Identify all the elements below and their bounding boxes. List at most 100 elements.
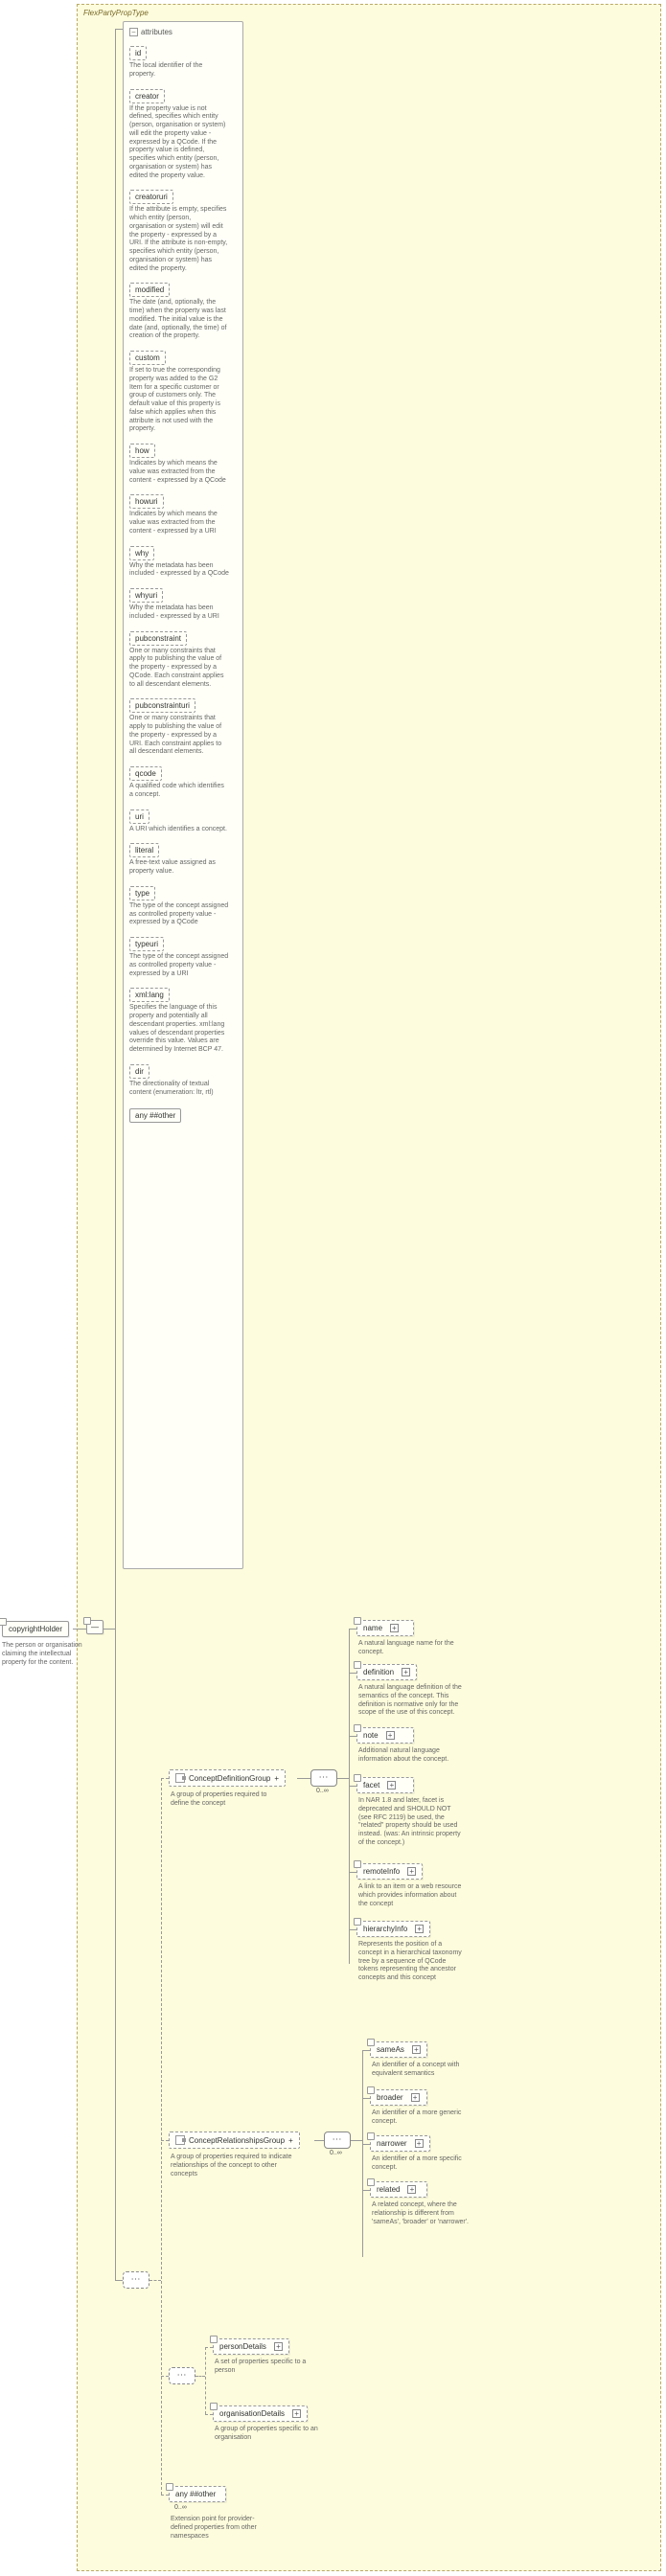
attribute-typeuri[interactable]: typeuri	[129, 937, 164, 951]
element-desc: A natural language name for the concept.	[358, 1640, 464, 1657]
attribute-desc: The local identifier of the property.	[129, 62, 229, 80]
cdg-desc: A group of properties required to define…	[171, 1791, 286, 1809]
plus-icon[interactable]: +	[415, 2139, 424, 2148]
root-label: copyrightHolder	[9, 1625, 62, 1633]
crg-child-broader[interactable]: broader +	[370, 2089, 427, 2106]
attribute-custom[interactable]: custom	[129, 351, 166, 365]
organisation-details[interactable]: organisationDetails +	[213, 2405, 308, 2422]
element-desc: An identifier of a more generic concept.	[372, 2109, 477, 2127]
attribute-desc: One or many constraints that apply to pu…	[129, 715, 229, 757]
minus-icon: —	[91, 1623, 99, 1631]
attribute-how[interactable]: how	[129, 444, 155, 458]
attribute-creatoruri[interactable]: creatoruri	[129, 190, 173, 204]
concept-definition-group[interactable]: ConceptDefinitionGroup +	[169, 1769, 286, 1787]
plus-icon[interactable]: +	[292, 2409, 301, 2418]
attribute-why[interactable]: why	[129, 546, 154, 560]
root-desc: The person or organisation claiming the …	[2, 1642, 90, 1667]
crg-child-sameAs[interactable]: sameAs+	[370, 2041, 427, 2058]
attribute-modified[interactable]: modified	[129, 283, 170, 297]
attribute-list: id The local identifier of the property. c…	[129, 42, 237, 1123]
person-details[interactable]: personDetails +	[213, 2338, 289, 2355]
root-expand[interactable]: —	[86, 1620, 103, 1634]
any-label: any ##other	[175, 2490, 216, 2498]
attributes-header: attributes	[141, 28, 172, 36]
element-label: narrower	[377, 2139, 407, 2148]
occ-cdg: 0..∞	[316, 1788, 329, 1794]
cdg-child-name[interactable]: name +	[356, 1620, 414, 1636]
attribute-pubconstraint[interactable]: pubconstraint	[129, 631, 187, 646]
element-label: note	[363, 1731, 379, 1740]
attribute-whyuri[interactable]: whyuri	[129, 588, 163, 603]
person-desc: A set of properties specific to a person	[215, 2359, 320, 2376]
occ-any: 0..∞	[174, 2504, 187, 2511]
element-label: definition	[363, 1668, 394, 1676]
sequence-main[interactable]	[123, 2271, 149, 2289]
attribute-type[interactable]: type	[129, 886, 155, 900]
plus-icon[interactable]: +	[274, 1774, 279, 1783]
attribute-id[interactable]: id	[129, 46, 147, 60]
attribute-dir[interactable]: dir	[129, 1064, 149, 1079]
element-label: related	[377, 2185, 400, 2194]
plus-icon[interactable]: +	[412, 2045, 421, 2054]
attribute-desc: If the attribute is empty, specifies whi…	[129, 206, 229, 273]
attribute-desc: The date (and, optionally, the time) whe…	[129, 299, 229, 341]
plus-icon[interactable]: +	[407, 1867, 416, 1876]
element-label: hierarchyInfo	[363, 1925, 407, 1933]
plus-icon[interactable]: +	[274, 2342, 283, 2351]
attribute-xml-lang[interactable]: xml:lang	[129, 988, 170, 1002]
attribute-desc: If the property value is not defined, sp…	[129, 105, 229, 181]
attribute-qcode[interactable]: qcode	[129, 766, 162, 781]
cdg-child-definition[interactable]: definition +	[356, 1664, 417, 1680]
attribute-desc: One or many constraints that apply to pu…	[129, 648, 229, 690]
plus-icon[interactable]: +	[387, 1781, 396, 1790]
element-desc: A related concept, where the relationshi…	[372, 2201, 477, 2226]
sequence-crg[interactable]	[324, 2131, 351, 2149]
plus-icon[interactable]: +	[407, 2185, 416, 2194]
crg-child-narrower[interactable]: narrower +	[370, 2135, 430, 2152]
element-label: name	[363, 1624, 382, 1632]
attribute-howuri[interactable]: howuri	[129, 494, 164, 509]
sequence-cdg[interactable]	[310, 1769, 337, 1787]
cdg-child-remoteInfo[interactable]: remoteInfo+	[356, 1863, 423, 1880]
cdg-child-note[interactable]: note +	[356, 1727, 414, 1744]
attribute-desc: Specifies the language of this property …	[129, 1004, 229, 1055]
sequence-details[interactable]	[169, 2367, 195, 2384]
plus-icon[interactable]: +	[411, 2093, 420, 2102]
attribute-desc: Why the metadata has been included - exp…	[129, 604, 229, 622]
attribute-any-other[interactable]: any ##other	[129, 1108, 181, 1123]
plus-icon[interactable]: +	[386, 1731, 395, 1740]
group-icon	[175, 2135, 185, 2145]
plus-icon[interactable]: +	[402, 1668, 410, 1676]
attribute-desc: The directionality of textual content (e…	[129, 1081, 229, 1098]
plus-icon[interactable]: +	[390, 1624, 399, 1632]
attribute-creator[interactable]: creator	[129, 89, 165, 103]
type-name: FlexPartyPropType	[83, 9, 149, 17]
attribute-desc: The type of the concept assigned as cont…	[129, 953, 229, 978]
plus-icon[interactable]: +	[415, 1925, 424, 1933]
plus-icon[interactable]: +	[288, 2136, 293, 2145]
cdg-child-hierarchyInfo[interactable]: hierarchyInfo +	[356, 1921, 430, 1937]
cdg-child-facet[interactable]: facet+	[356, 1777, 414, 1793]
group-icon	[175, 1773, 185, 1783]
minus-icon[interactable]: –	[129, 28, 138, 36]
attribute-desc: The type of the concept assigned as cont…	[129, 902, 229, 927]
concept-relationships-group[interactable]: ConceptRelationshipsGroup +	[169, 2131, 300, 2149]
any-other-element[interactable]: any ##other	[169, 2486, 226, 2502]
attribute-literal[interactable]: literal	[129, 843, 159, 857]
attribute-desc: Indicates by which means the value was e…	[129, 511, 229, 536]
org-desc: A group of properties specific to an org…	[215, 2426, 320, 2443]
attribute-desc: Indicates by which means the value was e…	[129, 460, 229, 485]
attribute-desc: A qualified code which identifies a conc…	[129, 783, 229, 800]
crg-child-related[interactable]: related +	[370, 2181, 427, 2198]
root-element[interactable]: copyrightHolder	[2, 1621, 69, 1637]
occ-crg: 0..∞	[330, 2150, 342, 2156]
attribute-desc: A free-text value assigned as property v…	[129, 859, 229, 877]
element-desc: An identifier of a concept with equivale…	[372, 2062, 477, 2079]
diagram-canvas: FlexPartyPropType copyrightHolder The pe…	[0, 0, 666, 2576]
attribute-desc: A URI which identifies a concept.	[129, 826, 229, 834]
attribute-desc: Why the metadata has been included - exp…	[129, 562, 229, 580]
attribute-uri[interactable]: uri	[129, 809, 149, 824]
element-label: broader	[377, 2093, 403, 2102]
attribute-pubconstrainturi[interactable]: pubconstrainturi	[129, 698, 195, 713]
element-desc: A natural language definition of the sem…	[358, 1684, 464, 1718]
